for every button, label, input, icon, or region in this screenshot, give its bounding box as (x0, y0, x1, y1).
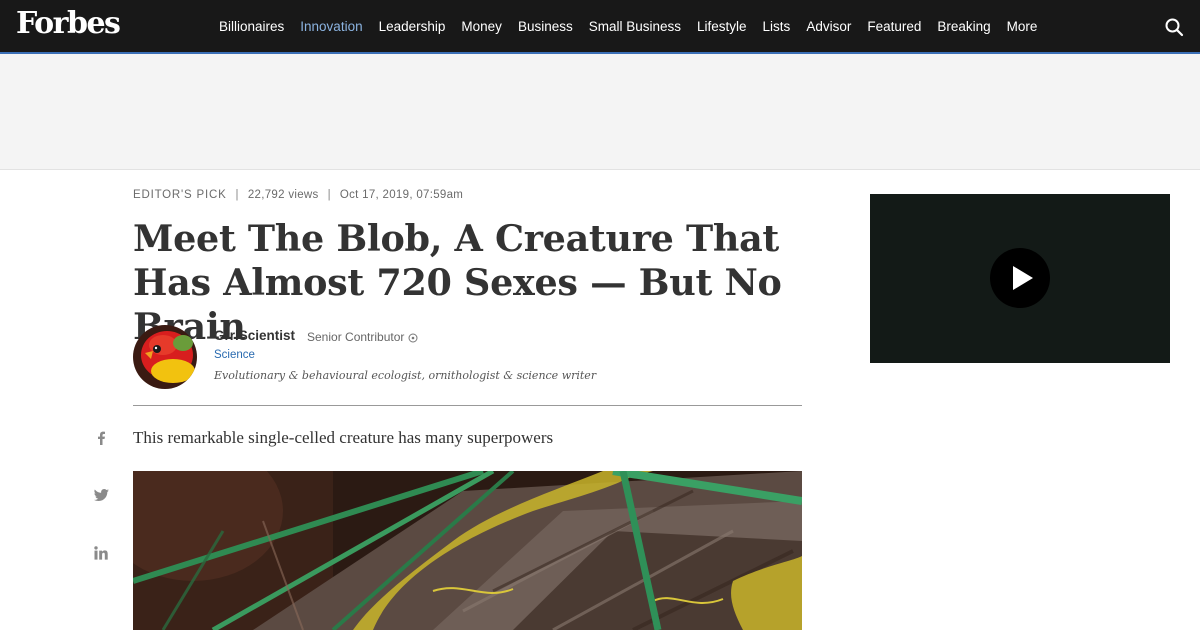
video-player[interactable] (870, 194, 1170, 363)
view-count: 22,792 views (247, 189, 319, 201)
linkedin-icon[interactable] (92, 544, 110, 562)
author-name[interactable]: GrrlScientist (214, 328, 295, 343)
author-block: GrrlScientist Senior Contributor Science… (133, 325, 802, 406)
author-role: Senior Contributor (307, 330, 418, 344)
author-section-link[interactable]: Science (214, 349, 255, 361)
nav-item-leadership[interactable]: Leadership (371, 19, 454, 34)
author-avatar[interactable] (133, 325, 197, 389)
article-dek: This remarkable single-celled creature h… (133, 428, 554, 447)
nav-item-billionaires[interactable]: Billionaires (211, 19, 292, 34)
play-icon[interactable] (990, 248, 1050, 308)
meta-divider: | (327, 189, 331, 201)
article-meta: EDITOR'S PICK | 22,792 views | Oct 17, 2… (133, 189, 463, 201)
editors-pick-label: EDITOR'S PICK (133, 189, 227, 201)
author-bio: Evolutionary & behavioural ecologist, or… (214, 369, 597, 382)
nav-item-business[interactable]: Business (510, 19, 581, 34)
meta-divider: | (235, 189, 239, 201)
nav-item-featured[interactable]: Featured (859, 19, 929, 34)
nav-item-breaking[interactable]: Breaking (929, 19, 998, 34)
info-icon[interactable] (408, 332, 418, 343)
search-icon[interactable] (1163, 16, 1185, 38)
publish-date: Oct 17, 2019, 07:59am (339, 189, 464, 201)
article-hero-image (133, 471, 802, 630)
author-role-label: Senior Contributor (307, 330, 405, 344)
facebook-icon[interactable] (92, 429, 110, 447)
nav-item-more[interactable]: More (999, 19, 1046, 34)
ad-banner-area (0, 54, 1200, 170)
nav-item-innovation[interactable]: Innovation (292, 19, 370, 34)
nav-links: Billionaires Innovation Leadership Money… (211, 0, 1045, 52)
top-navigation: Forbes Billionaires Innovation Leadershi… (0, 0, 1200, 54)
nav-item-money[interactable]: Money (453, 19, 510, 34)
nav-item-lifestyle[interactable]: Lifestyle (689, 19, 755, 34)
nav-item-advisor[interactable]: Advisor (798, 19, 859, 34)
nav-item-lists[interactable]: Lists (755, 19, 799, 34)
nav-item-small-business[interactable]: Small Business (581, 19, 689, 34)
forbes-logo[interactable]: Forbes (16, 6, 121, 41)
twitter-icon[interactable] (92, 486, 110, 504)
